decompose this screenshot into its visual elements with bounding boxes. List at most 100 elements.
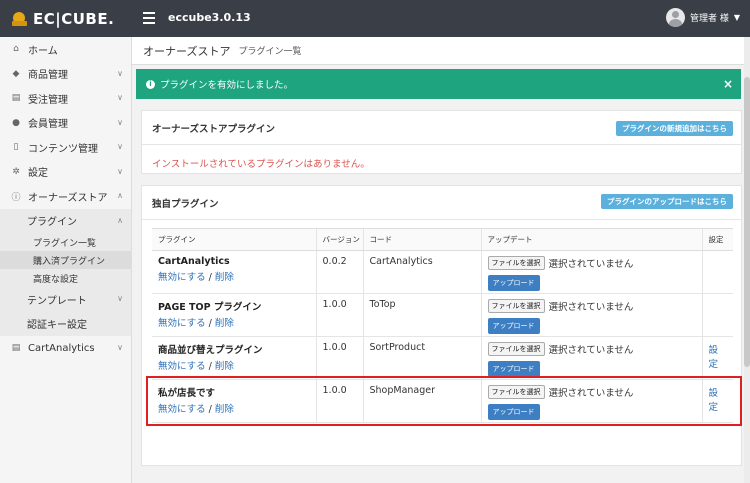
alert-message: プラグインを有効にしました。 xyxy=(160,80,294,91)
file-select-button[interactable]: ファイルを選択 xyxy=(487,256,545,270)
sidebar-item-products[interactable]: ◆ 商品管理 ∨ xyxy=(0,62,131,87)
plugin-code: ToTop xyxy=(362,293,481,337)
table-row: PAGE TOP プラグイン 無効にする / 削除 1.0.0 ToTop ファ… xyxy=(152,293,733,337)
avatar xyxy=(665,8,685,27)
file-select-button[interactable]: ファイルを選択 xyxy=(487,342,545,356)
upload-button[interactable]: アップロード xyxy=(487,318,540,334)
logo-text: EC|CUBE. xyxy=(33,9,115,28)
home-icon: ⌂ xyxy=(13,44,19,55)
file-status: 選択されていません xyxy=(548,302,634,313)
sidebar-item-label: ホーム xyxy=(28,45,58,57)
sidebar-item-home[interactable]: ⌂ ホーム xyxy=(0,37,131,62)
plugin-version: 1.0.0 xyxy=(315,293,363,337)
sidebar-item-auth-key[interactable]: 認証キー設定 xyxy=(0,312,131,337)
add-plugin-button[interactable]: プラグインの新規追加はこちら xyxy=(616,121,733,136)
sidebar-item-settings[interactable]: ✲ 設定 ∨ xyxy=(0,160,131,185)
success-alert: i プラグインを有効にしました。 × xyxy=(136,69,741,99)
plugin-code: CartAnalytics xyxy=(362,250,481,294)
chevron-up-icon: ∧ xyxy=(117,215,123,225)
delete-link[interactable]: 削除 xyxy=(215,361,234,372)
sidebar-item-label: プラグイン xyxy=(27,217,77,229)
tag-icon: ◆ xyxy=(12,68,20,79)
sidebar-item-cart-analytics[interactable]: ▤ CartAnalytics ∨ xyxy=(0,336,131,361)
breadcrumb: オーナーズストア プラグイン一覧 xyxy=(132,37,750,65)
column-header: プラグイン xyxy=(152,228,316,251)
file-select-button[interactable]: ファイルを選択 xyxy=(487,299,545,313)
plugin-version: 0.0.2 xyxy=(315,250,363,294)
delete-link[interactable]: 削除 xyxy=(215,272,234,283)
user-menu[interactable]: 管理者 様 ▼ xyxy=(665,8,740,27)
chevron-down-icon: ▼ xyxy=(733,13,740,22)
sidebar-item-customers[interactable]: ● 会員管理 ∨ xyxy=(0,111,131,136)
settings-link[interactable]: 設定 xyxy=(709,345,719,370)
sidebar-item-label: 会員管理 xyxy=(28,119,68,131)
box-title-text: 独自プラグイン xyxy=(152,198,219,210)
sidebar-item-plugin[interactable]: プラグイン ∧ xyxy=(0,209,131,234)
sidebar-item-label: オーナーズストア xyxy=(28,192,108,204)
sidebar-item-advanced-settings[interactable]: 高度な設定 xyxy=(0,269,131,287)
shop-title[interactable]: eccube3.0.13 xyxy=(168,11,251,24)
sidebar-item-label: 購入済プラグイン xyxy=(33,256,106,267)
menu-toggle-icon[interactable] xyxy=(143,12,155,24)
separator: / xyxy=(205,272,215,283)
sidebar-item-label: プラグイン一覧 xyxy=(33,238,97,249)
sidebar-item-contents[interactable]: ▯ コンテンツ管理 ∨ xyxy=(0,135,131,160)
chevron-down-icon: ∨ xyxy=(117,117,123,127)
sidebar-item-label: 商品管理 xyxy=(28,70,68,82)
table-header-row: プラグイン バージョン コード アップデート 設定 xyxy=(152,228,733,251)
sidebar-item-purchased-plugins[interactable]: 購入済プラグイン xyxy=(0,251,131,269)
disable-link[interactable]: 無効にする xyxy=(158,272,206,283)
box-title-text: オーナーズストアプラグイン xyxy=(152,123,276,135)
file-status: 選択されていません xyxy=(548,345,634,356)
box-title: オーナーズストアプラグイン プラグインの新規追加はこちら xyxy=(142,111,741,145)
users-icon: ● xyxy=(12,117,20,128)
sidebar: ⌂ ホーム ◆ 商品管理 ∨ ▤ 受注管理 ∨ ● 会員管理 ∨ ▯ コンテンツ… xyxy=(0,37,132,483)
sidebar-item-label: テンプレート xyxy=(27,295,87,307)
column-header: アップデート xyxy=(480,228,702,251)
plugin-version: 1.0.0 xyxy=(315,336,363,380)
chevron-down-icon: ∨ xyxy=(117,68,123,78)
upload-button[interactable]: アップロード xyxy=(487,275,540,291)
cart-icon: ▤ xyxy=(11,93,21,104)
separator: / xyxy=(205,318,215,329)
separator: / xyxy=(205,361,215,372)
logo-mark-icon xyxy=(12,11,28,26)
chevron-down-icon: ∨ xyxy=(117,294,123,303)
logo[interactable]: EC|CUBE. xyxy=(0,0,132,37)
upload-button[interactable]: アップロード xyxy=(487,361,540,377)
close-icon[interactable]: × xyxy=(723,77,733,91)
info-icon: ⓘ xyxy=(11,192,21,203)
user-name: 管理者 様 xyxy=(689,14,729,24)
sidebar-item-plugin-list[interactable]: プラグイン一覧 xyxy=(0,233,131,251)
chevron-up-icon: ∧ xyxy=(117,191,123,200)
plugin-name: PAGE TOP プラグイン xyxy=(158,302,262,313)
scrollbar-thumb[interactable] xyxy=(744,77,750,367)
top-bar: EC|CUBE. eccube3.0.13 管理者 様 ▼ xyxy=(0,0,750,37)
disable-link[interactable]: 無効にする xyxy=(158,361,206,372)
sidebar-item-label: CartAnalytics xyxy=(28,342,95,354)
empty-message: インストールされているプラグインはありません。 xyxy=(152,159,370,170)
info-icon: i xyxy=(146,79,155,89)
chevron-down-icon: ∨ xyxy=(117,166,123,176)
chevron-down-icon: ∨ xyxy=(117,343,123,352)
box-title: 独自プラグイン プラグインのアップロードはこちら xyxy=(142,186,741,220)
sidebar-item-label: 認証キー設定 xyxy=(27,320,87,332)
plugin-name: CartAnalytics xyxy=(158,256,230,267)
scrollbar[interactable] xyxy=(744,37,750,483)
cart-icon: ▤ xyxy=(11,343,21,354)
disable-link[interactable]: 無効にする xyxy=(158,318,206,329)
sidebar-item-owners-store[interactable]: ⓘ オーナーズストア ∧ xyxy=(0,184,131,209)
sidebar-item-template[interactable]: テンプレート ∨ xyxy=(0,287,131,312)
plugin-submenu: プラグイン一覧 購入済プラグイン 高度な設定 xyxy=(0,233,131,287)
sidebar-item-orders[interactable]: ▤ 受注管理 ∨ xyxy=(0,86,131,111)
upload-plugin-button[interactable]: プラグインのアップロードはこちら xyxy=(601,194,733,209)
page-title: オーナーズストア xyxy=(143,44,231,58)
column-header: バージョン xyxy=(315,228,363,251)
column-header: コード xyxy=(362,228,481,251)
file-icon: ▯ xyxy=(13,142,19,153)
sidebar-item-label: コンテンツ管理 xyxy=(28,143,98,155)
delete-link[interactable]: 削除 xyxy=(215,318,234,329)
page-subtitle: プラグイン一覧 xyxy=(238,47,302,57)
sidebar-item-label: 高度な設定 xyxy=(33,274,79,285)
sidebar-item-label: 設定 xyxy=(28,168,48,180)
